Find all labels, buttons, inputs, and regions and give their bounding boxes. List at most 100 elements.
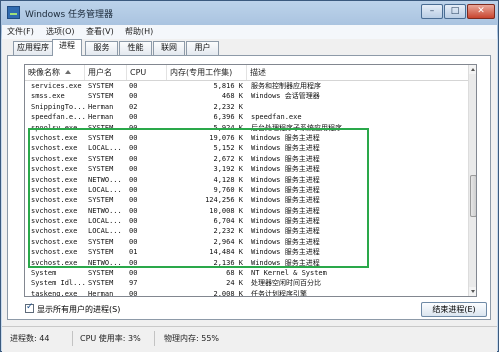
process-rows: services.exe SYSTEM 00 5,816 K 服务和控制器应用程序 sms… bbox=[25, 81, 468, 296]
table-row[interactable]: svchost.exe SYSTEM 00 3,192 K Windows 服务主进程 bbox=[25, 164, 468, 174]
table-row[interactable]: System Idl... SYSTEM 97 24 K 处理器空闲时间百分比 bbox=[25, 278, 468, 288]
user-name-cell: SYSTEM bbox=[88, 269, 114, 278]
user-name-cell: LOCAL... bbox=[88, 227, 122, 236]
table-row[interactable]: svchost.exe NETWO... 00 2,136 K Windows 服务主进… bbox=[25, 258, 468, 268]
description-cell: Windows 服务主进程 bbox=[251, 175, 320, 184]
process-name-cell: speedfan.e... bbox=[31, 113, 86, 122]
close-button[interactable]: ✕ bbox=[467, 4, 495, 19]
process-name-cell: System Idl... bbox=[31, 279, 86, 288]
cpu-cell: 00 bbox=[129, 289, 138, 296]
table-row[interactable]: smss.exe SYSTEM 00 468 K Windows 会话管理器 bbox=[25, 91, 468, 101]
user-name-cell: SYSTEM bbox=[88, 279, 114, 288]
cpu-cell: 97 bbox=[129, 279, 138, 288]
cpu-cell: 00 bbox=[129, 123, 138, 132]
cpu-cell: 00 bbox=[129, 92, 138, 101]
task-manager-icon bbox=[7, 6, 20, 19]
process-name-cell: SnippingTo... bbox=[31, 102, 86, 111]
minimize-button[interactable]: – bbox=[421, 4, 443, 19]
cpu-cell: 00 bbox=[129, 269, 138, 278]
column-image-name[interactable]: 映像名称 bbox=[25, 65, 85, 80]
tab-performance[interactable]: 性能 bbox=[119, 41, 152, 55]
user-name-cell: Herman bbox=[88, 102, 114, 111]
cpu-cell: 00 bbox=[129, 113, 138, 122]
tab-applications[interactable]: 应用程序 bbox=[13, 41, 53, 55]
cpu-cell: 02 bbox=[129, 102, 138, 111]
description-cell: Windows 服务主进程 bbox=[251, 258, 320, 267]
process-name-cell: svchost.exe bbox=[31, 206, 78, 215]
table-row[interactable]: svchost.exe LOCAL... 00 2,232 K Windows 服务主进… bbox=[25, 226, 468, 236]
table-row[interactable]: svchost.exe LOCAL... 00 6,704 K Windows 服务主进… bbox=[25, 216, 468, 226]
memory-cell: 14,484 K bbox=[209, 248, 243, 257]
process-name-cell: System bbox=[31, 269, 57, 278]
menu-bar: 文件(F) 选项(O) 查看(V) 帮助(H) bbox=[2, 25, 497, 39]
memory-cell: 2,232 K bbox=[213, 102, 243, 111]
memory-cell: 6,704 K bbox=[213, 217, 243, 226]
table-row[interactable]: speedfan.e... Herman 00 6,396 K speedfan.exe bbox=[25, 112, 468, 122]
column-cpu[interactable]: CPU bbox=[127, 65, 167, 80]
cpu-cell: 00 bbox=[129, 175, 138, 184]
scroll-up-arrow-icon[interactable] bbox=[469, 65, 476, 74]
process-name-cell: svchost.exe bbox=[31, 175, 78, 184]
user-name-cell: SYSTEM bbox=[88, 248, 114, 257]
table-row[interactable]: svchost.exe LOCAL... 00 9,760 K Windows 服务主进… bbox=[25, 185, 468, 195]
table-row[interactable]: services.exe SYSTEM 00 5,816 K 服务和控制器应用程序 bbox=[25, 81, 468, 91]
menu-file[interactable]: 文件(F) bbox=[7, 26, 34, 37]
table-row[interactable]: svchost.exe SYSTEM 00 124,256 K Windows 服务主进… bbox=[25, 195, 468, 205]
table-row[interactable]: System SYSTEM 00 68 K NT Kernel & System bbox=[25, 268, 468, 278]
user-name-cell: Herman bbox=[88, 113, 114, 122]
memory-cell: 2,008 K bbox=[213, 289, 243, 296]
memory-cell: 19,076 K bbox=[209, 133, 243, 142]
column-memory[interactable]: 内存(专用工作集) bbox=[167, 65, 247, 80]
table-row[interactable]: svchost.exe SYSTEM 00 19,076 K Windows 服务主进程 bbox=[25, 133, 468, 143]
table-row[interactable]: taskeng.exe Herman 00 2,008 K 任务计划程序引擎 bbox=[25, 289, 468, 296]
end-process-button[interactable]: 结束进程(E) bbox=[421, 302, 487, 317]
table-row[interactable]: svchost.exe SYSTEM 00 2,964 K Windows 服务主进程 bbox=[25, 237, 468, 247]
memory-cell: 68 K bbox=[226, 269, 243, 278]
user-name-cell: LOCAL... bbox=[88, 217, 122, 226]
status-physical-memory: 物理内存: 55% bbox=[164, 334, 220, 343]
vertical-scrollbar[interactable] bbox=[468, 65, 476, 296]
memory-cell: 5,816 K bbox=[213, 82, 243, 90]
description-cell: Windows 服务主进程 bbox=[251, 206, 320, 215]
column-description[interactable]: 描述 bbox=[247, 65, 468, 80]
menu-view[interactable]: 查看(V) bbox=[86, 26, 114, 37]
maximize-button[interactable]: □ bbox=[444, 4, 466, 19]
tab-networking[interactable]: 联网 bbox=[153, 41, 185, 55]
user-name-cell: NETWO... bbox=[88, 206, 122, 215]
cpu-cell: 00 bbox=[129, 165, 138, 174]
menu-help[interactable]: 帮助(H) bbox=[125, 26, 153, 37]
user-name-cell: SYSTEM bbox=[88, 165, 114, 174]
tab-users[interactable]: 用户 bbox=[186, 41, 219, 55]
show-all-checkbox[interactable] bbox=[25, 302, 34, 313]
description-cell: Windows 服务主进程 bbox=[251, 165, 320, 174]
menu-options[interactable]: 选项(O) bbox=[46, 26, 75, 37]
table-row[interactable]: spoolsv.exe SYSTEM 00 5,924 K 后台处理程序子系统应用程序 bbox=[25, 123, 468, 133]
user-name-cell: SYSTEM bbox=[88, 92, 114, 101]
table-row[interactable]: svchost.exe SYSTEM 01 14,484 K Windows 服务主进程 bbox=[25, 247, 468, 257]
cpu-cell: 00 bbox=[129, 206, 138, 215]
column-user-name[interactable]: 用户名 bbox=[85, 65, 127, 80]
table-row[interactable]: svchost.exe LOCAL... 00 5,152 K Windows 服务主进… bbox=[25, 143, 468, 153]
user-name-cell: LOCAL... bbox=[88, 185, 122, 194]
scroll-down-arrow-icon[interactable] bbox=[469, 287, 476, 296]
process-name-cell: svchost.exe bbox=[31, 237, 78, 246]
user-name-cell: LOCAL... bbox=[88, 144, 122, 153]
table-row[interactable]: svchost.exe NETWO... 00 10,008 K Windows 服务主… bbox=[25, 206, 468, 216]
tab-services[interactable]: 服务 bbox=[85, 41, 118, 55]
table-row[interactable]: SnippingTo... Herman 02 2,232 K bbox=[25, 102, 468, 112]
status-bar: 进程数: 44 CPU 使用率: 3% 物理内存: 55% bbox=[2, 326, 497, 351]
table-row[interactable]: svchost.exe SYSTEM 00 2,672 K Windows 服务主进程 bbox=[25, 154, 468, 164]
title-bar[interactable]: Windows 任务管理器 – □ ✕ bbox=[1, 1, 498, 25]
table-row[interactable]: svchost.exe NETWO... 00 4,128 K Windows 服务主进… bbox=[25, 175, 468, 185]
tab-processes[interactable]: 进程 bbox=[52, 39, 82, 56]
process-list[interactable]: 映像名称 用户名 CPU 内存(专用工作集) 描述 services.exe SY… bbox=[24, 64, 477, 297]
description-cell: NT Kernel & System bbox=[251, 269, 327, 278]
description-cell: 服务和控制器应用程序 bbox=[251, 82, 321, 90]
scrollbar-thumb[interactable] bbox=[470, 175, 476, 217]
cpu-cell: 00 bbox=[129, 227, 138, 236]
column-header: 映像名称 用户名 CPU 内存(专用工作集) 描述 bbox=[25, 65, 468, 81]
description-cell: Windows 服务主进程 bbox=[251, 185, 320, 194]
memory-cell: 3,192 K bbox=[213, 165, 243, 174]
cpu-cell: 00 bbox=[129, 258, 138, 267]
description-cell: Windows 会话管理器 bbox=[251, 92, 320, 101]
